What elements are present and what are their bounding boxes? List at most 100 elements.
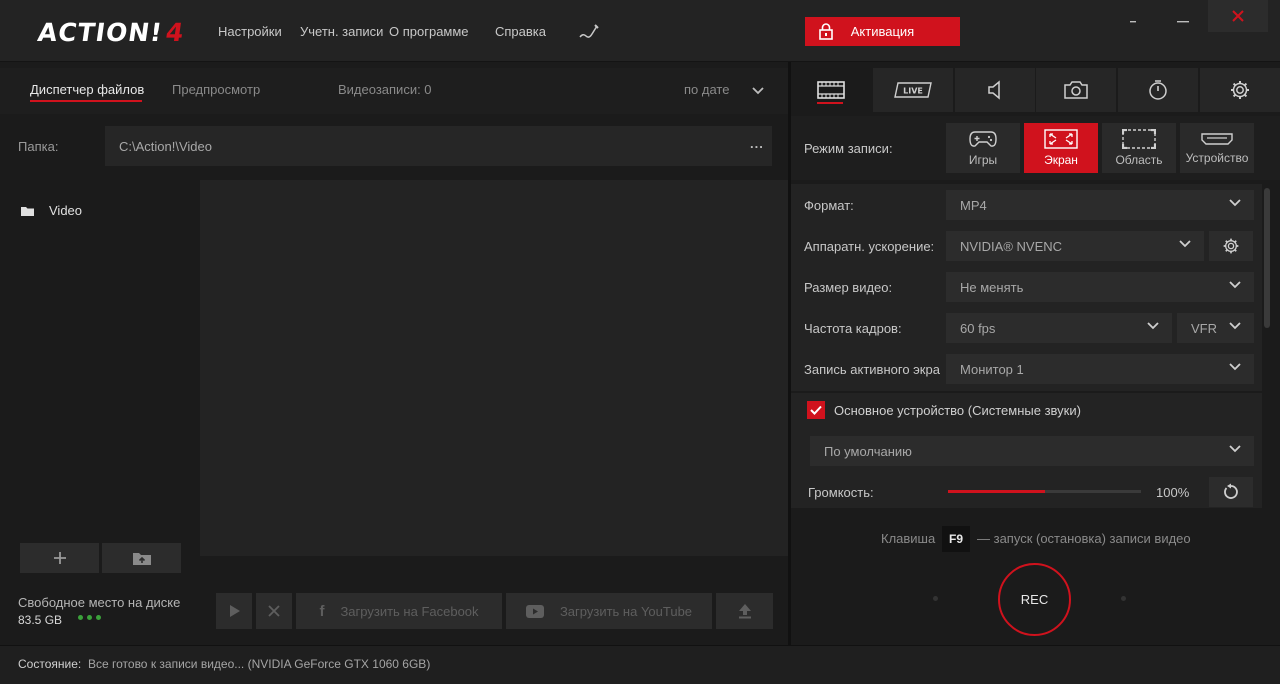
video-size-dropdown[interactable]: Не менять (946, 272, 1254, 302)
chevron-down-icon[interactable] (751, 84, 765, 99)
gamepad-icon (969, 131, 997, 147)
video-size-label: Размер видео: (804, 280, 893, 295)
browse-folder-button[interactable]: ... (750, 136, 764, 151)
file-list[interactable] (200, 180, 788, 556)
indicator-dot (933, 596, 938, 601)
speaker-icon (988, 80, 1000, 100)
divider (791, 391, 1262, 393)
upload-facebook-button[interactable]: f Загрузить на Facebook (296, 593, 502, 629)
tab-timer[interactable] (1118, 68, 1198, 112)
activate-button[interactable]: Активация (805, 17, 960, 46)
tab-settings[interactable] (1200, 68, 1280, 112)
tab-file-manager[interactable]: Диспетчер файлов (30, 82, 144, 97)
chevron-down-icon (1229, 445, 1241, 453)
camera-icon (1064, 81, 1088, 99)
chevron-down-icon (1229, 199, 1241, 207)
sort-dropdown[interactable]: по дате (684, 82, 729, 97)
menu-about[interactable]: О программе (389, 24, 469, 39)
play-button[interactable] (216, 593, 252, 629)
audio-device-label: Основное устройство (Системные звуки) (834, 403, 1081, 418)
format-dropdown[interactable]: MP4 (946, 190, 1254, 220)
mode-area-button[interactable]: Область (1102, 123, 1176, 173)
settings-scrollbar[interactable] (1264, 188, 1270, 328)
hw-accel-label: Аппаратн. ускорение: (804, 239, 935, 254)
chevron-down-icon (1229, 322, 1241, 330)
format-label: Формат: (804, 198, 854, 213)
fps-mode-dropdown[interactable]: VFR (1177, 313, 1254, 343)
mode-games-button[interactable]: Игры (946, 123, 1020, 173)
close-icon (268, 605, 280, 617)
svg-text:LIVE: LIVE (903, 87, 923, 96)
menu-settings[interactable]: Настройки (218, 24, 282, 39)
tab-video[interactable] (791, 68, 871, 112)
menu-accounts[interactable]: Учетн. записи (300, 24, 383, 39)
active-tab-underline (30, 100, 142, 102)
hotkey-prefix: Клавиша (881, 531, 936, 546)
folder-tree (0, 180, 200, 645)
monitor-dropdown[interactable]: Монитор 1 (946, 354, 1254, 384)
folder-path: C:\Action!\Video (119, 139, 212, 154)
hw-accel-dropdown[interactable]: NVIDIA® NVENC (946, 231, 1204, 261)
folder-icon (21, 206, 34, 216)
volume-label: Громкость: (808, 485, 874, 500)
fps-label: Частота кадров: (804, 321, 902, 336)
upload-button[interactable] (716, 593, 773, 629)
title-bar (0, 0, 1280, 62)
menu-help[interactable]: Справка (495, 24, 546, 39)
video-count: Видеозаписи: 0 (338, 82, 432, 97)
status-text: Все готово к записи видео... (NVIDIA GeF… (88, 657, 431, 671)
gear-icon (1231, 81, 1249, 99)
lock-icon (819, 23, 833, 40)
mode-device-button[interactable]: Устройство (1180, 123, 1254, 173)
chevron-down-icon (1147, 322, 1159, 330)
tree-item-video[interactable]: Video (20, 203, 82, 218)
upload-icon (738, 604, 751, 619)
film-icon (817, 81, 845, 99)
fps-dropdown[interactable]: 60 fps (946, 313, 1172, 343)
tab-screenshot[interactable] (1036, 68, 1116, 112)
hw-settings-button[interactable] (1209, 231, 1253, 261)
chevron-down-icon (1229, 281, 1241, 289)
free-space-value: 83.5 GB (18, 613, 63, 627)
hdmi-icon (1201, 133, 1233, 145)
folder-open-icon (132, 553, 151, 565)
hotkey-key: F9 (942, 526, 970, 552)
youtube-icon (525, 604, 544, 618)
tab-audio[interactable] (955, 68, 1035, 112)
tab-preview[interactable]: Предпросмотр (172, 82, 260, 97)
free-space-label: Свободное место на диске (18, 595, 181, 610)
active-screen-label: Запись активного экра (804, 362, 940, 377)
delete-button[interactable] (256, 593, 292, 629)
add-folder-button[interactable] (20, 543, 99, 573)
indicator-dot (1121, 596, 1126, 601)
mode-screen-button[interactable]: Экран (1024, 123, 1098, 173)
check-icon (810, 405, 822, 415)
live-icon: LIVE (894, 82, 932, 98)
audio-device-checkbox[interactable] (807, 401, 825, 419)
reset-icon (1224, 483, 1238, 499)
close-button[interactable] (1208, 0, 1268, 32)
area-select-icon (1122, 129, 1156, 149)
audio-device-dropdown[interactable]: По умолчанию (810, 436, 1254, 466)
volume-slider-fill (948, 490, 1045, 493)
volume-reset-button[interactable] (1209, 477, 1253, 507)
close-icon (1232, 10, 1244, 22)
hotkey-description: — запуск (остановка) записи видео (977, 531, 1191, 546)
folder-label: Папка: (18, 139, 59, 154)
disk-indicator (78, 615, 105, 620)
chevron-down-icon (1179, 240, 1191, 248)
facebook-icon: f (319, 602, 325, 620)
app-logo: ACTION!4 (35, 18, 186, 47)
open-folder-button[interactable] (102, 543, 181, 573)
maximize-button[interactable] (1175, 12, 1191, 28)
upload-youtube-button[interactable]: Загрузить на YouTube (506, 593, 712, 629)
tab-live[interactable]: LIVE (873, 68, 953, 112)
minimize-button[interactable] (1125, 12, 1141, 28)
pen-icon[interactable] (578, 22, 600, 43)
chevron-down-icon (1229, 363, 1241, 371)
gear-icon (1223, 238, 1239, 254)
play-icon (230, 605, 240, 617)
mode-label: Режим записи: (804, 141, 893, 156)
fullscreen-icon (1044, 129, 1078, 149)
record-button[interactable]: REC (998, 563, 1071, 636)
